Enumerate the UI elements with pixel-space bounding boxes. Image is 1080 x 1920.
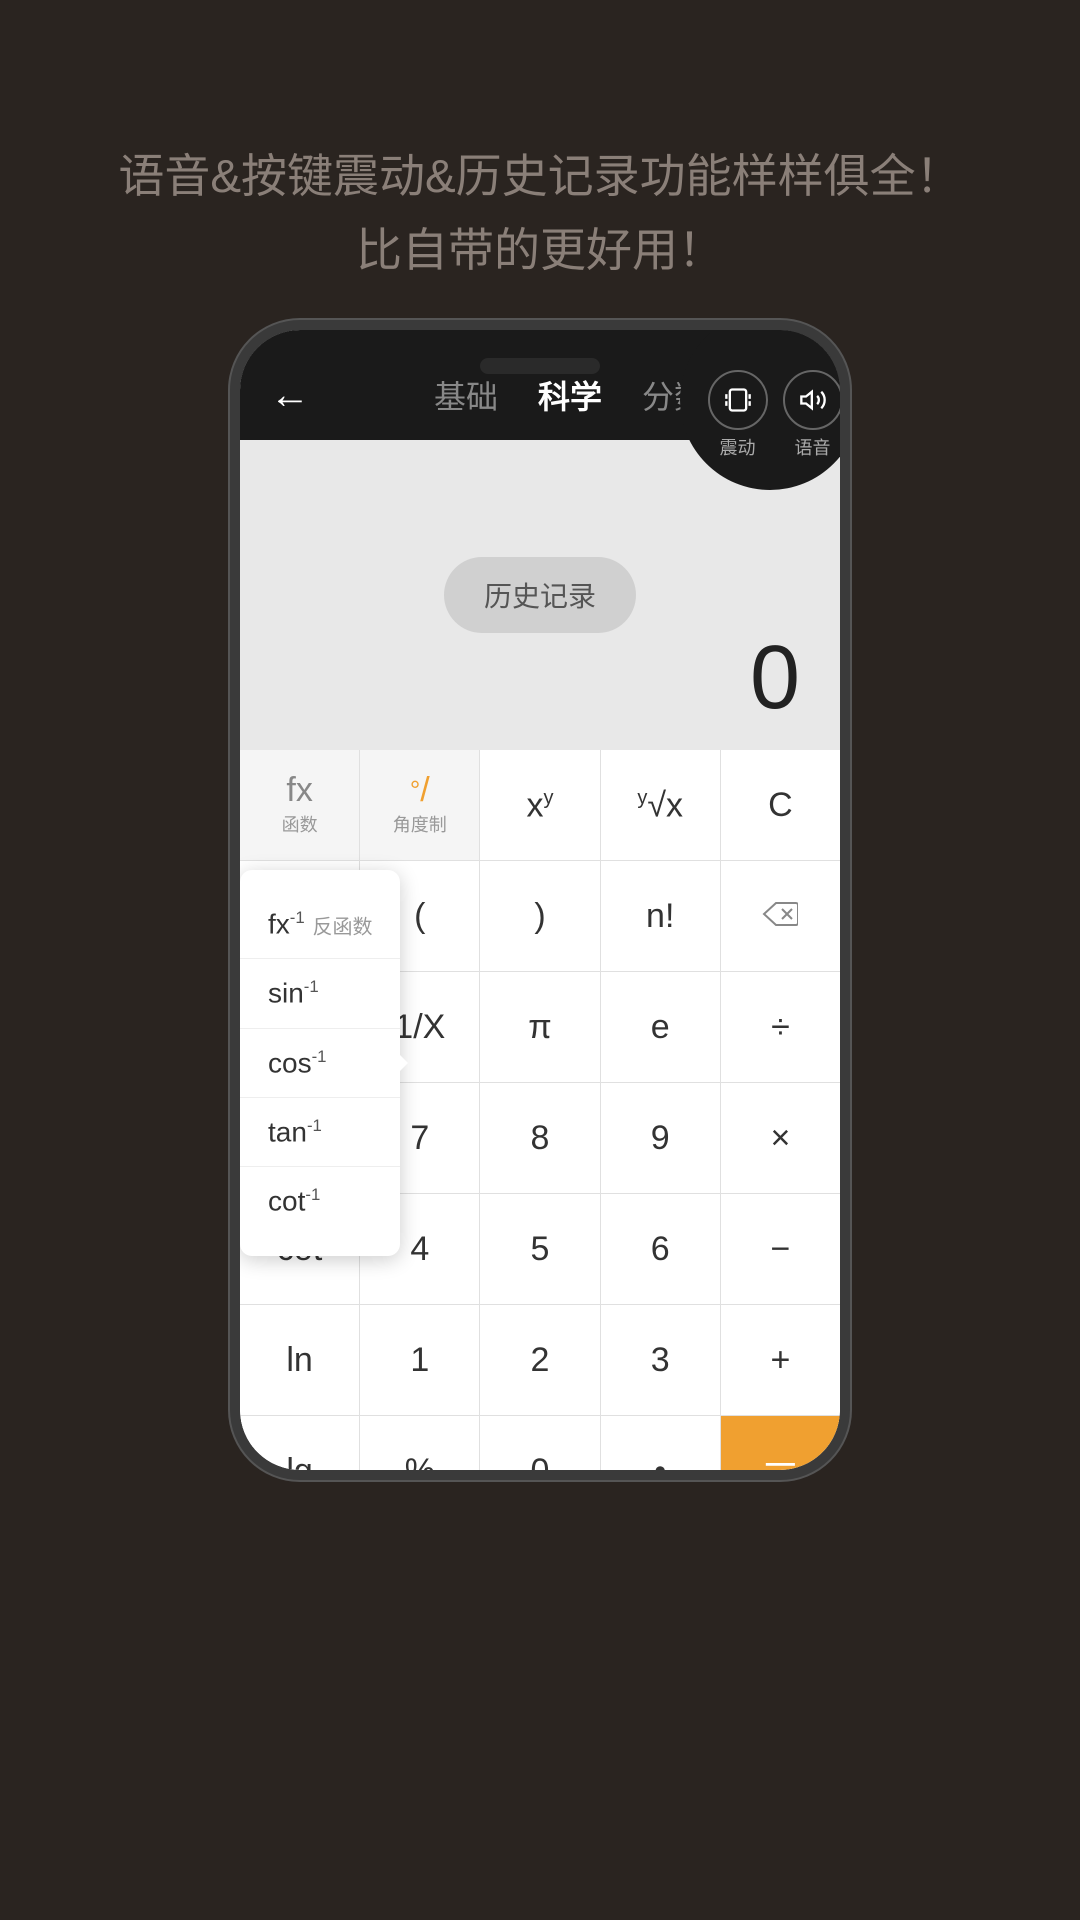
degree-button[interactable]: °/ 角度制 [360, 750, 480, 860]
display-value: 0 [750, 627, 800, 730]
key-row-7: lg % 0 • ＝ [240, 1416, 840, 1470]
0-button[interactable]: 0 [480, 1416, 600, 1470]
e-button[interactable]: e [601, 972, 721, 1082]
key-row-6: ln 1 2 3 + [240, 1305, 840, 1416]
clear-button[interactable]: C [721, 750, 840, 860]
sound-label: 语音 [795, 434, 831, 460]
sound-icon [783, 370, 841, 430]
popup-cot-inv[interactable]: cot-1 [240, 1167, 400, 1235]
tab-basic[interactable]: 基础 [434, 372, 498, 418]
keyboard: fx-1 反函数 sin-1 cos-1 tan-1 cot-1 fx 函数 °… [240, 750, 840, 1470]
percent-button[interactable]: % [360, 1416, 480, 1470]
rparen-button[interactable]: ) [480, 861, 600, 971]
fx-popup: fx-1 反函数 sin-1 cos-1 tan-1 cot-1 [240, 870, 400, 1256]
tab-science[interactable]: 科学 [538, 372, 602, 418]
backspace-button[interactable] [721, 861, 840, 971]
sound-button[interactable]: 语音 [783, 370, 841, 460]
equals-button[interactable]: ＝ [721, 1416, 840, 1470]
phone-frame: ← 基础 科学 分数 [230, 320, 850, 1480]
promo-line1: 语音&按键震动&历史记录功能样样俱全！ [60, 140, 1020, 214]
pi-button[interactable]: π [480, 972, 600, 1082]
promo-line2: 比自带的更好用！ [60, 214, 1020, 288]
divide-button[interactable]: ÷ [721, 972, 840, 1082]
subtract-button[interactable]: − [721, 1194, 840, 1304]
popup-cos-inv[interactable]: cos-1 [240, 1029, 400, 1098]
root-button[interactable]: y√x [601, 750, 721, 860]
multiply-button[interactable]: × [721, 1083, 840, 1193]
6-button[interactable]: 6 [601, 1194, 721, 1304]
5-button[interactable]: 5 [480, 1194, 600, 1304]
factorial-button[interactable]: n! [601, 861, 721, 971]
8-button[interactable]: 8 [480, 1083, 600, 1193]
2-button[interactable]: 2 [480, 1305, 600, 1415]
lg-button[interactable]: lg [240, 1416, 360, 1470]
key-row-1: fx 函数 °/ 角度制 xy y√x C [240, 750, 840, 861]
1-button[interactable]: 1 [360, 1305, 480, 1415]
fx-button[interactable]: fx 函数 [240, 750, 360, 860]
ln-button[interactable]: ln [240, 1305, 360, 1415]
decimal-button[interactable]: • [601, 1416, 721, 1470]
vibrate-icon [708, 370, 768, 430]
3-button[interactable]: 3 [601, 1305, 721, 1415]
vibrate-button[interactable]: 震动 [708, 370, 768, 460]
back-button[interactable]: ← [270, 373, 310, 418]
add-button[interactable]: + [721, 1305, 840, 1415]
phone-screen: ← 基础 科学 分数 [240, 330, 840, 1470]
popup-tan-inv[interactable]: tan-1 [240, 1098, 400, 1167]
power-button[interactable]: xy [480, 750, 600, 860]
vibrate-label: 震动 [720, 434, 756, 460]
history-button[interactable]: 历史记录 [444, 557, 636, 633]
popup-sin-inv[interactable]: sin-1 [240, 959, 400, 1028]
9-button[interactable]: 9 [601, 1083, 721, 1193]
phone-speaker [480, 358, 600, 374]
popup-fx-inv[interactable]: fx-1 反函数 [240, 890, 400, 959]
promo-section: 语音&按键震动&历史记录功能样样俱全！ 比自带的更好用！ [0, 140, 1080, 287]
nav-bar: ← 基础 科学 分数 [240, 330, 840, 440]
